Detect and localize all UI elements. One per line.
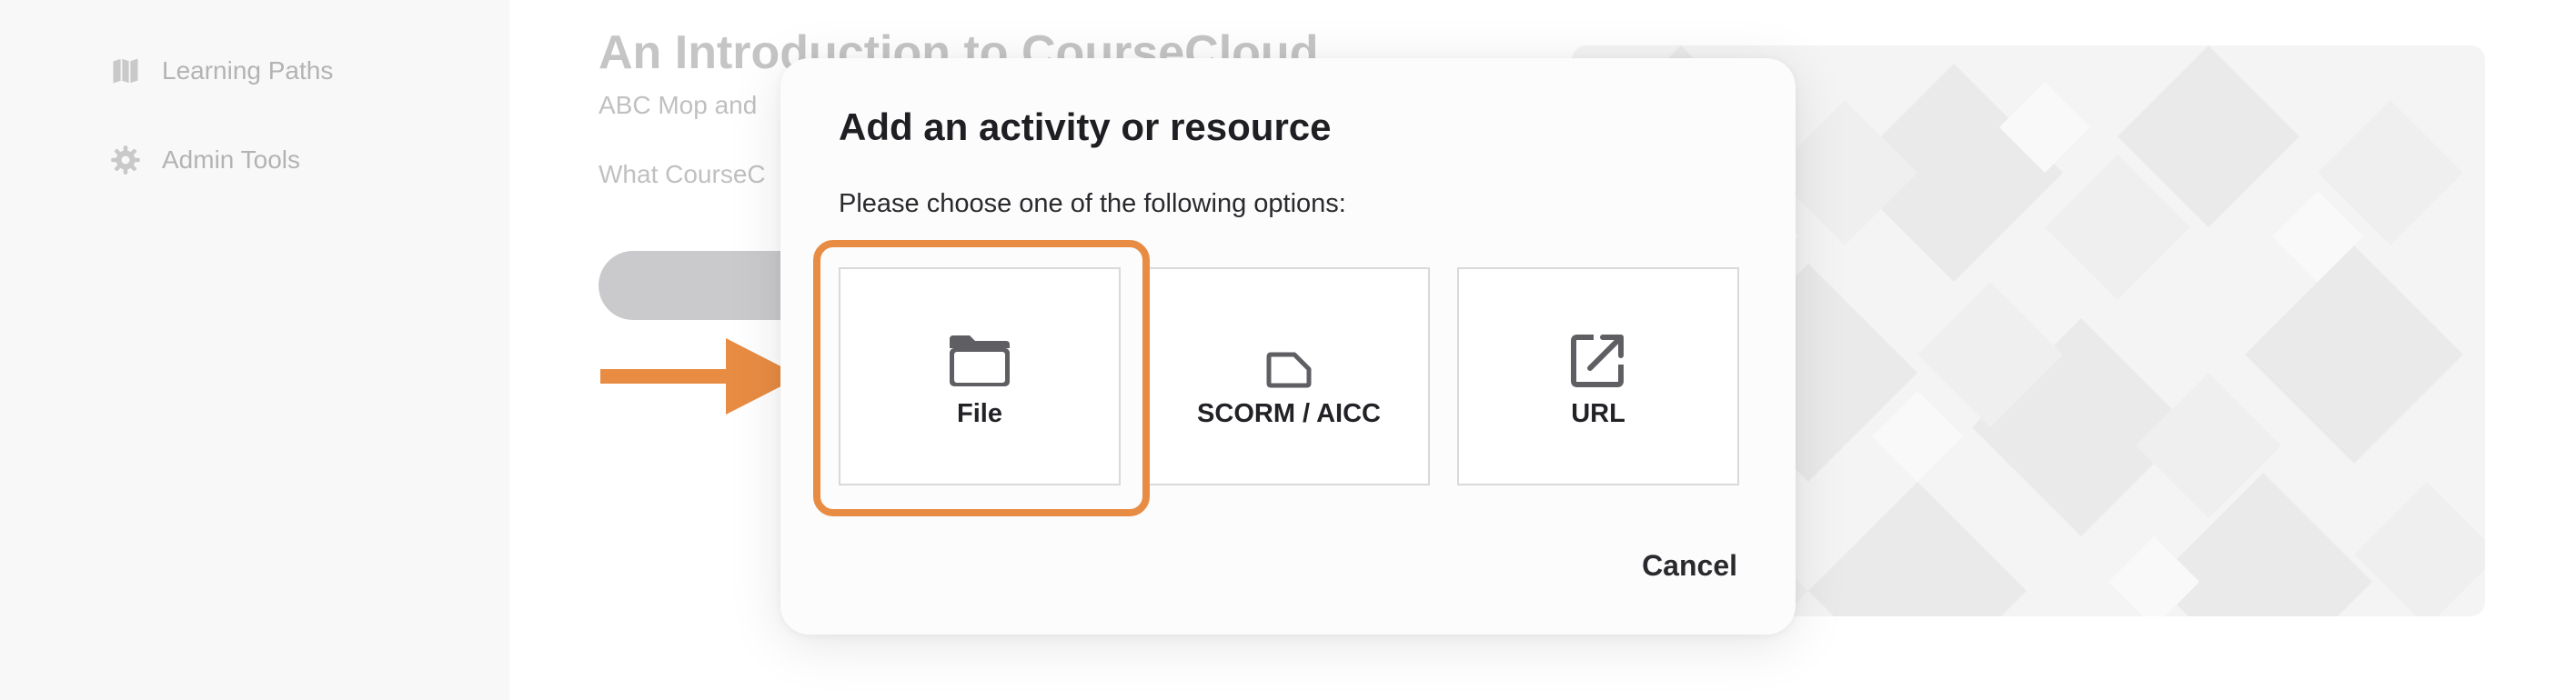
- cancel-button[interactable]: Cancel: [1642, 549, 1737, 583]
- option-label: SCORM / AICC: [1197, 398, 1381, 428]
- url-option-button[interactable]: URL: [1457, 267, 1739, 485]
- folder-icon: [950, 335, 1010, 386]
- add-activity-dialog: Add an activity or resource Please choos…: [780, 58, 1796, 635]
- scorm-aicc-option-button[interactable]: SCORM / AICC: [1148, 267, 1430, 485]
- annotation-arrow: [600, 338, 800, 415]
- dialog-title: Add an activity or resource: [839, 105, 1332, 148]
- dialog-prompt: Please choose one of the following optio…: [839, 189, 1346, 218]
- file-option-button[interactable]: File: [839, 267, 1121, 485]
- option-label: URL: [1571, 398, 1625, 428]
- external-link-icon: [1571, 334, 1624, 387]
- scorm-package-icon: [1266, 352, 1312, 387]
- option-label: File: [957, 398, 1002, 428]
